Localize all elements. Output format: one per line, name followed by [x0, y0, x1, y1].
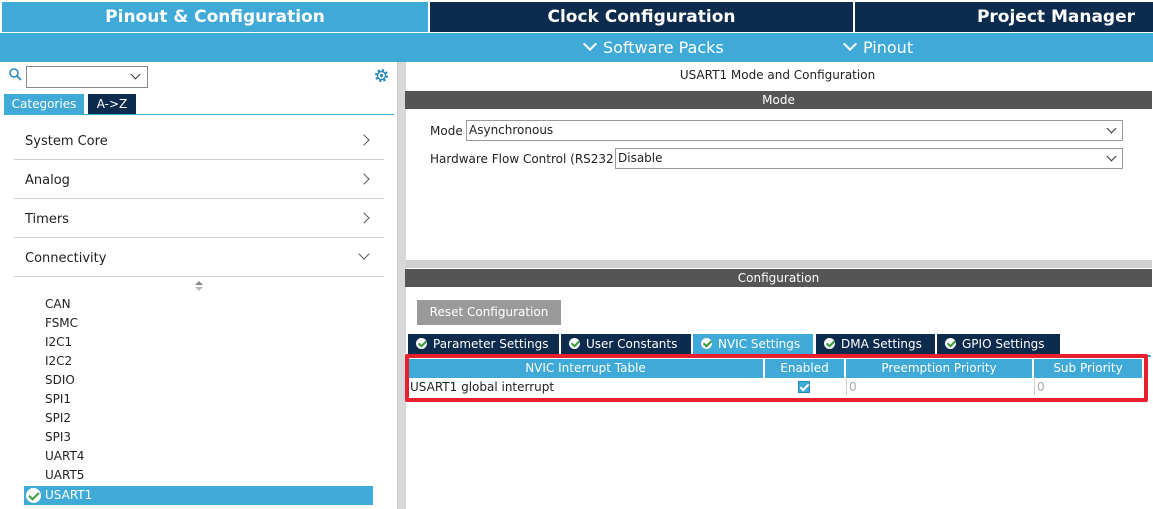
gear-icon[interactable] — [373, 67, 390, 84]
peripheral-spi3[interactable]: SPI3 — [45, 428, 71, 447]
config-panel: USART1 Mode and Configuration Mode Mode … — [405, 62, 1153, 509]
sub-menu-bar: Software Packs Pinout — [0, 33, 1153, 62]
check-circle-icon — [945, 338, 956, 349]
category-label: Connectivity — [25, 251, 107, 266]
peripheral-fsmc[interactable]: FSMC — [45, 314, 78, 333]
category-label: System Core — [25, 134, 108, 149]
peripheral-can[interactable]: CAN — [45, 295, 71, 314]
peripheral-label: USART1 — [45, 488, 93, 502]
check-circle-icon — [416, 338, 427, 349]
chevron-right-icon — [358, 134, 370, 146]
check-circle-icon — [701, 338, 712, 349]
tab-label: NVIC Settings — [718, 337, 801, 351]
software-packs-label: Software Packs — [603, 38, 724, 57]
peripheral-uart4[interactable]: UART4 — [45, 447, 84, 466]
peripheral-spi1[interactable]: SPI1 — [45, 390, 71, 409]
tab-user-constants[interactable]: User Constants — [561, 334, 691, 355]
tab-project-manager[interactable]: Project Manager — [855, 2, 1153, 32]
chevron-right-icon — [358, 173, 370, 185]
tab-a-z[interactable]: A->Z — [88, 94, 136, 114]
tab-nvic-settings[interactable]: NVIC Settings — [693, 334, 813, 355]
category-timers[interactable]: Timers — [14, 200, 384, 238]
tab-dma-settings[interactable]: DMA Settings — [816, 334, 935, 355]
mode-value: Asynchronous — [469, 123, 554, 137]
category-label: Timers — [25, 212, 69, 227]
tab-label: Parameter Settings — [433, 337, 549, 351]
peripheral-sdio[interactable]: SDIO — [45, 371, 75, 390]
reset-configuration-button[interactable]: Reset Configuration — [417, 300, 561, 325]
highlight-box — [405, 354, 1148, 402]
pinout-menu[interactable]: Pinout — [842, 33, 914, 62]
search-icon[interactable] — [9, 68, 22, 81]
check-circle-icon — [569, 338, 580, 349]
tab-parameter-settings[interactable]: Parameter Settings — [408, 334, 559, 355]
mode-label: Mode — [430, 124, 463, 138]
tab-clock-configuration[interactable]: Clock Configuration — [430, 2, 853, 32]
peripheral-i2c2[interactable]: I2C2 — [45, 352, 72, 371]
chevron-down-icon — [358, 248, 370, 260]
configuration-section-header: Configuration — [405, 269, 1152, 287]
chevron-down-icon — [1106, 151, 1117, 162]
page-title: USART1 Mode and Configuration — [679, 68, 876, 82]
sort-icon[interactable] — [195, 281, 203, 291]
tab-label: GPIO Settings — [962, 337, 1045, 351]
mode-section-header: Mode — [405, 91, 1152, 109]
pinout-label: Pinout — [863, 38, 914, 57]
categories-panel: Categories A->Z System Core Analog Timer… — [0, 62, 398, 509]
peripheral-spi2[interactable]: SPI2 — [45, 409, 71, 428]
tab-pinout-configuration[interactable]: Pinout & Configuration — [2, 2, 428, 32]
software-packs-menu[interactable]: Software Packs — [582, 33, 724, 62]
top-tab-bar: Pinout & Configuration Clock Configurati… — [0, 0, 1153, 33]
category-connectivity[interactable]: Connectivity — [14, 239, 384, 277]
hwflow-select[interactable]: Disable — [615, 148, 1123, 169]
mode-select[interactable]: Asynchronous — [466, 120, 1123, 141]
check-circle-icon — [824, 338, 835, 349]
tab-gpio-settings[interactable]: GPIO Settings — [937, 334, 1060, 355]
peripheral-uart5[interactable]: UART5 — [45, 466, 84, 485]
section-divider — [405, 260, 1152, 268]
category-system-core[interactable]: System Core — [14, 122, 384, 160]
hwflow-label: Hardware Flow Control (RS232) — [430, 152, 619, 166]
category-label: Analog — [25, 173, 70, 188]
check-circle-icon — [26, 488, 41, 503]
peripheral-i2c1[interactable]: I2C1 — [45, 333, 72, 352]
search-input[interactable] — [26, 66, 148, 88]
chevron-down-icon — [842, 36, 858, 52]
hwflow-value: Disable — [618, 151, 663, 165]
chevron-down-icon — [130, 69, 141, 80]
tab-label: User Constants — [586, 337, 678, 351]
chevron-down-icon — [582, 36, 598, 52]
tab-label: DMA Settings — [841, 337, 922, 351]
divider — [4, 114, 394, 115]
chevron-down-icon — [1106, 123, 1117, 134]
chevron-right-icon — [358, 212, 370, 224]
tab-categories[interactable]: Categories — [4, 94, 84, 114]
peripheral-usart1-selected[interactable]: USART1 — [24, 486, 373, 505]
category-analog[interactable]: Analog — [14, 161, 384, 199]
